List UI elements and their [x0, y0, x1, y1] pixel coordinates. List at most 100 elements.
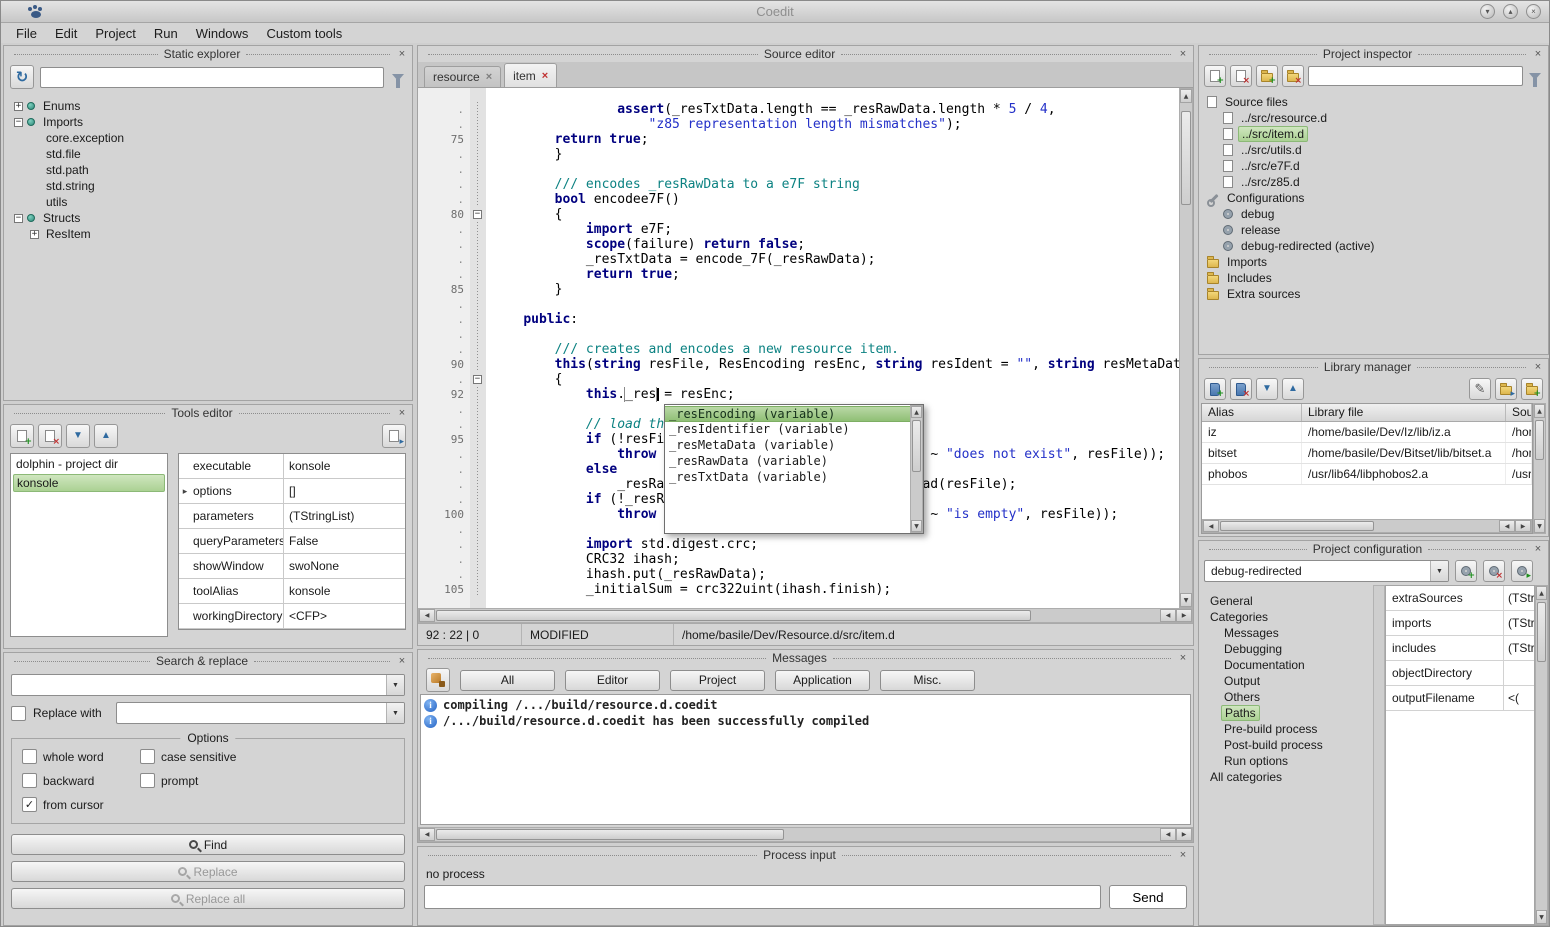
- scroll-up-icon[interactable]: ▲: [1536, 586, 1547, 600]
- remove-folder-button[interactable]: ×: [1282, 65, 1304, 87]
- scroll-up-icon[interactable]: ▲: [1180, 89, 1192, 103]
- panel-close-icon[interactable]: ×: [1532, 361, 1544, 373]
- scroll-thumb[interactable]: [1220, 521, 1374, 531]
- remove-configuration-button[interactable]: ×: [1483, 560, 1505, 582]
- dropdown-button[interactable]: ▼: [1430, 561, 1448, 581]
- filter-options-button[interactable]: [390, 68, 406, 86]
- code-line[interactable]: 80− {: [418, 207, 1179, 222]
- move-tool-down-button[interactable]: ▼: [66, 424, 90, 448]
- project-tree-item[interactable]: release: [1199, 222, 1548, 238]
- project-tree-item[interactable]: ../src/utils.d: [1199, 142, 1548, 158]
- menu-item-run[interactable]: Run: [145, 24, 187, 43]
- category-item[interactable]: Run options: [1199, 753, 1373, 769]
- tree-expand-toggle[interactable]: −: [14, 118, 23, 127]
- messages-filter-application[interactable]: Application: [775, 670, 870, 691]
- tab-close-icon[interactable]: ×: [542, 70, 548, 82]
- fold-collapse-icon[interactable]: −: [473, 210, 482, 219]
- editor-horizontal-scrollbar[interactable]: ◀ ◀ ▶: [418, 608, 1193, 623]
- editor-tab-item[interactable]: item×: [504, 63, 557, 87]
- configuration-selector[interactable]: debug-redirected ▼: [1204, 560, 1449, 582]
- property-row[interactable]: queryParametersFalse: [179, 529, 405, 554]
- scroll-right-icon[interactable]: ▶: [1515, 520, 1531, 532]
- library-row[interactable]: bitset/home/basile/Dev/Bitset/lib/bitset…: [1202, 443, 1532, 464]
- category-item[interactable]: Messages: [1199, 625, 1373, 641]
- property-value[interactable]: <CFP>: [284, 609, 405, 623]
- property-value[interactable]: konsole: [284, 459, 405, 473]
- edit-library-button[interactable]: ✎: [1469, 378, 1491, 400]
- property-row[interactable]: objectDirectory: [1386, 661, 1534, 686]
- scroll-thumb[interactable]: [912, 420, 921, 472]
- add-source-button[interactable]: +: [1204, 65, 1226, 87]
- replace-all-button[interactable]: Replace all: [11, 888, 405, 909]
- scroll-up-icon[interactable]: ▲: [1534, 404, 1545, 418]
- panel-close-icon[interactable]: ×: [396, 48, 408, 60]
- code-line[interactable]: . "z85 representation length mismatches"…: [418, 117, 1179, 132]
- open-tool-in-editor-button[interactable]: ▸: [382, 424, 406, 448]
- symbol-tree-item[interactable]: −Imports: [6, 114, 410, 130]
- inspector-filter-input[interactable]: [1308, 66, 1523, 86]
- messages-filter-project[interactable]: Project: [670, 670, 765, 691]
- property-row[interactable]: parameters(TStringList): [179, 504, 405, 529]
- code-line[interactable]: . scope(failure) return false;: [418, 237, 1179, 252]
- property-row[interactable]: workingDirectory<CFP>: [179, 604, 405, 629]
- property-value[interactable]: []: [284, 484, 405, 498]
- property-value[interactable]: False: [284, 534, 405, 548]
- property-value[interactable]: [1504, 661, 1534, 685]
- property-value[interactable]: (TStringList): [1504, 586, 1534, 610]
- code-line[interactable]: 75 return true;: [418, 132, 1179, 147]
- code-line[interactable]: . public:: [418, 312, 1179, 327]
- panel-close-icon[interactable]: ×: [1177, 48, 1189, 60]
- scroll-up-icon[interactable]: ▲: [911, 406, 922, 418]
- add-folder-button[interactable]: +: [1256, 65, 1278, 87]
- property-value[interactable]: konsole: [284, 584, 405, 598]
- panel-close-icon[interactable]: ×: [1177, 849, 1189, 861]
- scroll-track[interactable]: [911, 418, 922, 520]
- library-vertical-scrollbar[interactable]: ▲ ▼: [1533, 403, 1546, 534]
- property-value[interactable]: (TStringList): [1504, 636, 1534, 660]
- property-value[interactable]: (TStringList): [284, 509, 405, 523]
- category-item[interactable]: Output: [1199, 673, 1373, 689]
- menu-item-project[interactable]: Project: [86, 24, 144, 43]
- library-row[interactable]: iz/home/basile/Dev/Iz/lib/iz.a/home/basi…: [1202, 422, 1532, 443]
- panel-close-icon[interactable]: ×: [1532, 48, 1544, 60]
- remove-source-button[interactable]: ×: [1230, 65, 1252, 87]
- replace-with-checkbox[interactable]: [11, 706, 26, 721]
- symbol-tree-item[interactable]: utils: [6, 194, 410, 210]
- symbol-tree-item[interactable]: std.path: [6, 162, 410, 178]
- code-line[interactable]: . CRC32 ihash;: [418, 552, 1179, 567]
- scroll-track[interactable]: [435, 828, 1160, 841]
- code-line[interactable]: 92 this._res = resEnc;: [418, 387, 1179, 402]
- symbol-tree-item[interactable]: std.string: [6, 178, 410, 194]
- project-tree-item[interactable]: Configurations: [1199, 190, 1548, 206]
- menu-item-file[interactable]: File: [7, 24, 46, 43]
- code-line[interactable]: . bool encodee7F(): [418, 192, 1179, 207]
- symbol-tree-item[interactable]: +Enums: [6, 98, 410, 114]
- property-row[interactable]: toolAliaskonsole: [179, 579, 405, 604]
- option-checkbox-case-sensitive[interactable]: case sensitive: [140, 749, 394, 764]
- panel-close-icon[interactable]: ×: [396, 407, 408, 419]
- tree-expand-toggle[interactable]: +: [14, 102, 23, 111]
- refresh-button[interactable]: ↻: [10, 65, 34, 89]
- category-item[interactable]: General: [1199, 593, 1373, 609]
- code-line[interactable]: . /// creates and encodes a new resource…: [418, 342, 1179, 357]
- property-row[interactable]: executablekonsole: [179, 454, 405, 479]
- code-line[interactable]: .: [418, 297, 1179, 312]
- category-item[interactable]: Others: [1199, 689, 1373, 705]
- project-tree-item[interactable]: ../src/item.d: [1199, 126, 1548, 142]
- categories-scrollbar[interactable]: [1373, 585, 1385, 925]
- scroll-thumb[interactable]: [436, 829, 784, 840]
- messages-filter-misc[interactable]: Misc.: [880, 670, 975, 691]
- replace-button[interactable]: Replace: [11, 861, 405, 882]
- scroll-right-icon[interactable]: ▶: [1176, 609, 1192, 622]
- panel-close-icon[interactable]: ×: [1532, 543, 1544, 555]
- code-line[interactable]: . ihash.put(_resRawData);: [418, 567, 1179, 582]
- code-line[interactable]: . /// encodes _resRawData to a e7F strin…: [418, 177, 1179, 192]
- scroll-left-icon[interactable]: ◀: [1160, 609, 1176, 622]
- category-item[interactable]: All categories: [1199, 769, 1373, 785]
- add-library-button[interactable]: +: [1204, 378, 1226, 400]
- completion-item[interactable]: _resEncoding (variable): [665, 406, 910, 422]
- scroll-thumb[interactable]: [1537, 602, 1546, 662]
- window-close-icon[interactable]: ×: [1526, 4, 1541, 19]
- scroll-track[interactable]: [1219, 520, 1499, 532]
- scroll-down-icon[interactable]: ▼: [1180, 593, 1192, 607]
